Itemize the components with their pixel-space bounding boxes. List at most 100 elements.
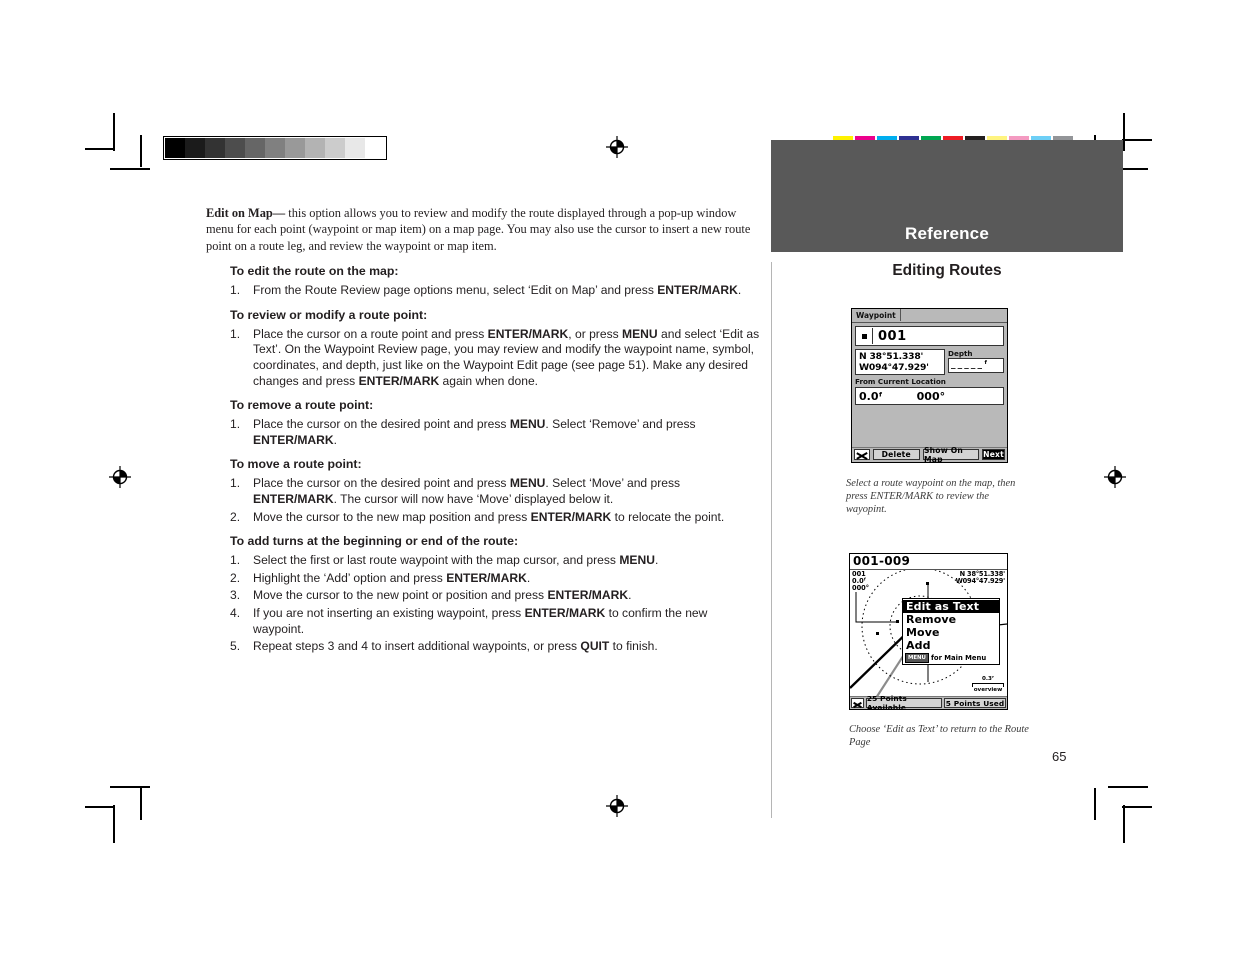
delete-button[interactable]: Delete <box>872 449 920 460</box>
step-number: 3. <box>230 588 241 603</box>
grayscale-swatch-0 <box>165 138 185 158</box>
step-text: Place the cursor on the desired point an… <box>253 417 696 447</box>
from-current-location-row: 0.0ᶠ 000° <box>855 387 1004 405</box>
waypoint-depth-group: Depth _ _ _ _ _ ᶠ <box>948 349 1004 375</box>
show-on-map-button[interactable]: Show On Map <box>923 446 980 462</box>
grayscale-swatch-8 <box>325 138 345 158</box>
satellite-status-icon <box>854 449 870 460</box>
step-number: 2. <box>230 509 241 524</box>
step-text: Place the cursor on a route point and pr… <box>253 326 760 388</box>
step-text: Select the first or last route waypoint … <box>253 553 659 568</box>
crop-mark-bottom-left-inner <box>140 788 142 820</box>
crop-mark-top-right-vertical <box>1123 113 1125 151</box>
procedure-step: 1. From the Route Review page options men… <box>230 283 761 299</box>
map-status-bar: 25 Points Available 5 Points Used <box>850 694 1007 709</box>
grayscale-swatch-6 <box>285 138 305 158</box>
map-title: 001-009 <box>850 554 1007 570</box>
step-text: Move the cursor to the new map position … <box>253 509 725 524</box>
crop-mark-top-left-vertical <box>113 113 115 151</box>
waypoint-button-bar: Delete Show On Map Next <box>852 446 1007 462</box>
procedure-step: 1. Place the cursor on the desired point … <box>230 476 761 507</box>
crop-mark-bottom-right-horizontal <box>1122 806 1152 808</box>
step-text: From the Route Review page options menu,… <box>253 283 742 298</box>
step-text: Place the cursor on the desired point an… <box>253 476 681 506</box>
step-number: 5. <box>230 639 241 654</box>
step-text: Highlight the ‘Add’ option and press ENT… <box>253 570 531 585</box>
map-canvas[interactable]: 001 0.0ᶠ 000° N 38°51.338' W094°47.929' … <box>850 570 1007 696</box>
menu-key-badge: MENU <box>905 653 929 663</box>
grayscale-swatch-4 <box>245 138 265 158</box>
map-longitude: W094°47.929' <box>955 577 1006 586</box>
menu-item-move[interactable]: Move <box>903 626 999 639</box>
grayscale-swatch-1 <box>185 138 205 158</box>
waypoint-name-value[interactable]: 001 <box>873 329 907 344</box>
menu-item-remove[interactable]: Remove <box>903 613 999 626</box>
step-number: 1. <box>230 553 241 568</box>
procedure-heading-3: To move a route point: <box>230 457 362 472</box>
crop-mark-bottom-left-horizontal <box>85 806 115 808</box>
step-number: 1. <box>230 326 241 341</box>
intro-paragraph: Edit on Map— this option allows you to r… <box>206 205 761 254</box>
next-button[interactable]: Next <box>982 449 1005 460</box>
procedure-step: 2. Highlight the ‘Add’ option and press E… <box>230 571 761 587</box>
page-title: Editing Routes <box>892 262 1002 279</box>
menu-item-edit-as-text[interactable]: Edit as Text <box>903 600 999 613</box>
route-map-screenshot: 001-009 001 0.0ᶠ 000° N 38°51.338' W094°… <box>849 553 1008 710</box>
crop-mark-bottom-left-inner-h <box>110 786 150 788</box>
procedure-step: 3. Move the cursor to the new point or po… <box>230 588 761 604</box>
waypoint-longitude: W094°47.929' <box>859 362 929 373</box>
crop-mark-bottom-right-inner <box>1094 788 1096 820</box>
step-number: 4. <box>230 605 241 620</box>
procedure-step: 1. Place the cursor on a route point and … <box>230 327 761 389</box>
waypoint-position-row: N 38°51.338' W094°47.929' Depth _ _ _ _ … <box>855 349 1004 375</box>
registration-target-icon-left <box>109 466 131 488</box>
figure-2-caption: Choose ‘Edit as Text’ to return to the R… <box>849 724 1029 749</box>
step-text: Move the cursor to the new point or posi… <box>253 588 632 603</box>
procedure-step: 2. Move the cursor to the new map positio… <box>230 510 761 526</box>
waypoint-symbol-icon[interactable] <box>856 328 873 344</box>
crop-mark-bottom-right-vertical <box>1123 805 1125 843</box>
procedure-step: 5. Repeat steps 3 and 4 to insert additio… <box>230 639 761 655</box>
procedure-steps-0: 1. From the Route Review page options men… <box>230 283 761 299</box>
registration-target-icon-bottom <box>606 795 628 817</box>
menu-footer-hint: MENU for Main Menu <box>905 653 997 663</box>
map-scale-indicator: 0.3ᶠ overview <box>972 676 1004 694</box>
step-text: Repeat steps 3 and 4 to insert additiona… <box>253 639 658 654</box>
crop-mark-top-left-inner <box>140 135 142 167</box>
map-scale-datum: overview <box>973 687 1003 693</box>
intro-lead-in: Edit on Map— <box>206 206 286 220</box>
waypoint-coordinates-field[interactable]: N 38°51.338' W094°47.929' <box>855 349 945 375</box>
registration-target-icon-top <box>606 136 628 158</box>
menu-item-add[interactable]: Add <box>903 639 999 652</box>
procedure-step: 4. If you are not inserting an existing w… <box>230 606 761 637</box>
step-number: 1. <box>230 283 241 298</box>
registration-target-icon-right <box>1104 466 1126 488</box>
points-used-label: Points Used <box>953 698 1005 708</box>
procedure-sections: To edit the route on the map: 1. From the … <box>206 264 761 655</box>
procedure-steps-2: 1. Place the cursor on the desired point … <box>230 417 761 448</box>
page-number: 65 <box>1052 749 1067 764</box>
grayscale-swatch-7 <box>305 138 325 158</box>
grayscale-swatch-10 <box>365 138 385 158</box>
column-divider <box>771 262 772 818</box>
distance-value: 0.0ᶠ <box>859 389 883 403</box>
procedure-step: 1. Select the first or last route waypoin… <box>230 553 761 569</box>
crop-mark-top-right-horizontal <box>1122 139 1152 141</box>
waypoint-name-row[interactable]: 001 <box>855 326 1004 346</box>
points-used-status: 5 Points Used <box>944 698 1006 708</box>
satellite-status-icon <box>851 698 864 708</box>
bearing-value: 000° <box>916 389 946 403</box>
depth-label: Depth <box>948 349 973 358</box>
procedure-steps-4: 1. Select the first or last route waypoin… <box>230 553 761 655</box>
crop-mark-bottom-left-vertical <box>113 805 115 843</box>
crop-mark-bottom-right-inner-h <box>1108 786 1148 788</box>
map-scale-value: 0.3ᶠ <box>981 676 995 682</box>
grayscale-swatch-9 <box>345 138 365 158</box>
running-head-block: Reference <box>771 140 1123 252</box>
depth-value[interactable]: _ _ _ _ _ ᶠ <box>948 358 1004 373</box>
tab-waypoint[interactable]: Waypoint <box>854 309 901 321</box>
procedure-steps-1: 1. Place the cursor on a route point and … <box>230 327 761 389</box>
intro-body: this option allows you to review and mod… <box>206 206 751 253</box>
waypoint-tab-bar: Waypoint <box>852 309 1007 323</box>
grayscale-swatch-5 <box>265 138 285 158</box>
